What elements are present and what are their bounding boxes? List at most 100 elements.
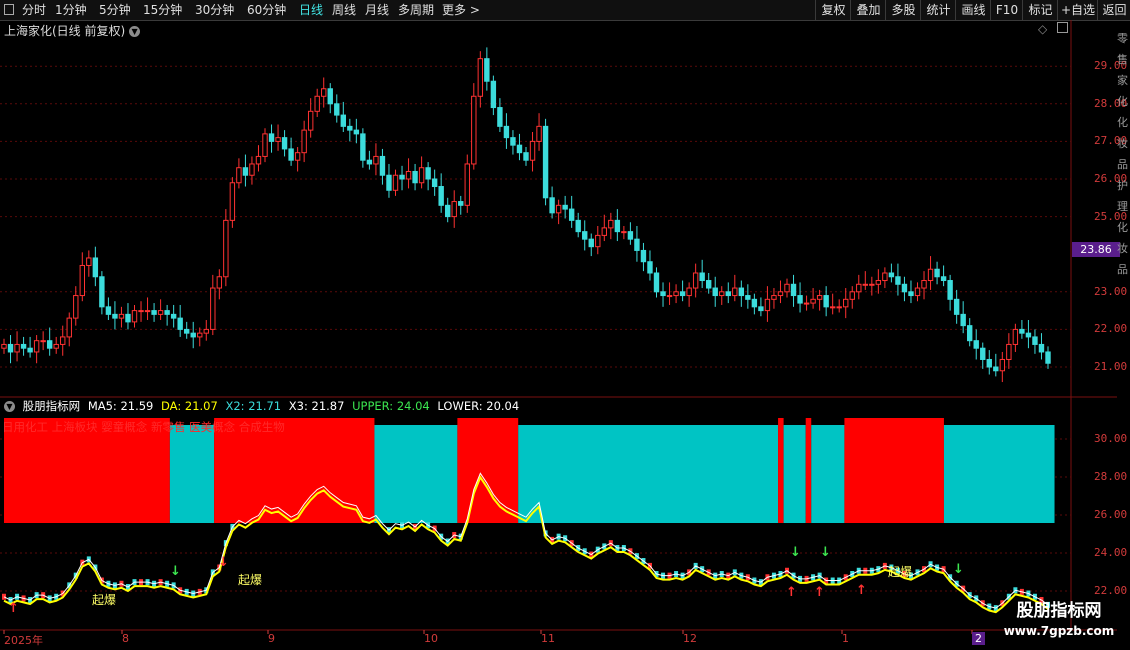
- candle-body-103: [673, 291, 679, 297]
- candle-body-125: [816, 295, 823, 300]
- x-tick-0: 2025年: [4, 634, 43, 647]
- candle-body-149: [973, 340, 979, 349]
- candle-body-61: [399, 174, 405, 180]
- candle-body-91: [595, 234, 601, 248]
- candle-body-37: [242, 167, 249, 176]
- watermark-title: 股朋指标网: [1016, 601, 1102, 621]
- ind-y-tick-2: 26.00: [1094, 508, 1128, 521]
- candle-body-10: [66, 317, 72, 338]
- candle-body-108: [706, 280, 712, 289]
- candle-body-53: [347, 125, 353, 131]
- candle-body-120: [784, 283, 790, 293]
- lower-value: LOWER: 20.04: [437, 399, 520, 413]
- candle-body-92: [601, 227, 607, 236]
- signal-arrow-2: ↓: [820, 545, 831, 560]
- candle-body-34: [223, 219, 229, 278]
- candle-body-155: [1012, 328, 1019, 345]
- candle-body-40: [262, 133, 268, 157]
- ind-y-tick-3: 24.00: [1094, 546, 1128, 559]
- candle-body-85: [555, 204, 562, 214]
- candle-body-158: [1032, 336, 1038, 345]
- candle-body-89: [582, 231, 588, 240]
- candle-body-105: [686, 287, 692, 297]
- candle-body-38: [249, 163, 255, 176]
- candle-body-98: [640, 249, 647, 263]
- candle-body-136: [888, 272, 895, 278]
- candle-body-42: [275, 137, 281, 142]
- candle-body-159: [1038, 343, 1045, 353]
- diamond-icon[interactable]: ◇: [1038, 22, 1047, 36]
- x-tick-7: 2: [972, 632, 985, 645]
- candle-body-46: [301, 129, 307, 154]
- candle-body-43: [281, 137, 288, 150]
- signal-arrow-0: ↑: [8, 601, 19, 616]
- maximize-icon[interactable]: [1057, 22, 1069, 33]
- candle-body-57: [373, 155, 379, 165]
- candle-body-111: [725, 291, 731, 297]
- candle-body-52: [340, 114, 347, 127]
- chevron-down-icon[interactable]: ▼: [4, 401, 15, 412]
- candle-body-62: [405, 170, 412, 180]
- candle-body-33: [216, 276, 223, 289]
- chevron-down-icon[interactable]: ▼: [129, 26, 141, 37]
- candle-body-78: [510, 137, 516, 146]
- candle-body-2: [14, 343, 20, 353]
- indicator-name[interactable]: 股朋指标网: [23, 399, 81, 413]
- indicator-band-6: [778, 418, 784, 523]
- candle-body-18: [118, 313, 125, 319]
- candle-body-0: [1, 343, 7, 349]
- candle-body-107: [699, 272, 705, 282]
- candle-body-139: [908, 291, 914, 297]
- candle-body-79: [516, 144, 523, 154]
- current-price-badge: 23.86: [1072, 242, 1120, 257]
- candle-body-157: [1025, 332, 1032, 338]
- candle-body-142: [927, 268, 934, 282]
- watermark: 股朋指标网 www.7gpzb.com: [1000, 600, 1118, 646]
- candle-body-83: [542, 125, 549, 199]
- ind-y-tick-0: 30.00: [1094, 432, 1128, 445]
- candle-body-15: [99, 276, 105, 308]
- candle-body-72: [471, 95, 477, 165]
- candle-body-134: [875, 280, 882, 285]
- signal-label-2: 起爆: [888, 565, 912, 579]
- candle-body-153: [999, 358, 1006, 372]
- candle-body-118: [771, 295, 777, 300]
- candle-body-6: [40, 340, 46, 343]
- candle-body-81: [529, 140, 536, 161]
- candle-body-102: [666, 295, 673, 298]
- candle-body-26: [170, 313, 177, 319]
- candle-body-58: [379, 155, 386, 176]
- candle-body-49: [321, 88, 327, 97]
- candle-body-112: [732, 287, 738, 297]
- candle-body-128: [836, 306, 842, 309]
- candle-body-152: [993, 366, 999, 372]
- x2-value: X2: 21.71: [225, 399, 282, 413]
- candle-body-13: [86, 257, 92, 266]
- candle-body-116: [758, 306, 764, 312]
- stock-title: 上海家化(日线 前复权): [4, 24, 126, 38]
- candle-body-1: [7, 343, 14, 353]
- candle-body-19: [125, 313, 131, 323]
- candle-body-36: [236, 167, 242, 184]
- ma5-value: MA5: 21.59: [87, 399, 154, 413]
- candle-body-31: [203, 328, 209, 334]
- indicator-band-3: [374, 425, 458, 523]
- candle-body-80: [523, 152, 529, 161]
- candle-body-68: [445, 204, 451, 218]
- candle-body-106: [692, 272, 699, 289]
- candle-body-71: [464, 163, 470, 206]
- candle-body-4: [27, 347, 33, 353]
- candle-body-54: [353, 129, 360, 135]
- candle-body-7: [46, 340, 53, 349]
- candle-body-50: [327, 88, 333, 105]
- candle-body-60: [392, 174, 399, 191]
- candle-body-137: [895, 276, 901, 285]
- candle-body-97: [634, 238, 640, 251]
- candle-body-114: [745, 295, 751, 300]
- candle-body-93: [608, 219, 614, 229]
- candle-body-101: [660, 291, 666, 297]
- candle-body-95: [621, 231, 627, 234]
- candle-body-117: [764, 298, 771, 312]
- candle-body-124: [810, 298, 816, 304]
- candle-body-109: [712, 287, 718, 297]
